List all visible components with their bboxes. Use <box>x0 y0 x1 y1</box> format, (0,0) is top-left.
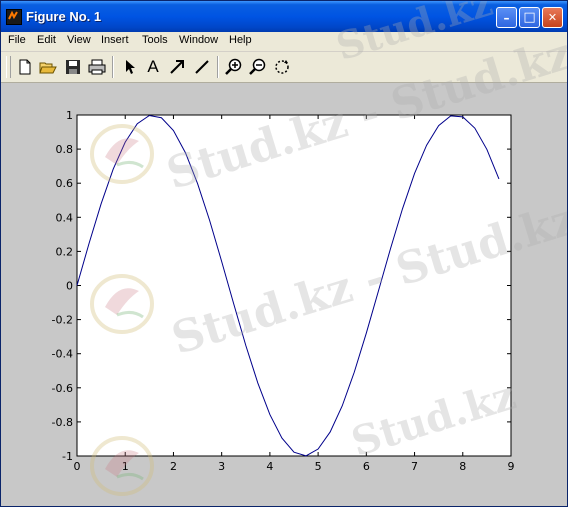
minimize-button[interactable]: – <box>496 7 517 28</box>
x-tick-label: 2 <box>170 460 177 473</box>
x-tick-label: 9 <box>508 460 515 473</box>
toolbar-separator <box>112 56 114 78</box>
y-tick-label: 0.6 <box>56 177 74 190</box>
figure-window: Figure No. 1 – □ ✕ File Edit View Insert… <box>0 0 568 507</box>
window-title: Figure No. 1 <box>26 9 102 24</box>
save-icon[interactable] <box>63 57 83 77</box>
select-arrow-icon[interactable] <box>120 57 140 77</box>
y-tick-label: -0.2 <box>52 314 73 327</box>
maximize-icon: □ <box>523 10 536 25</box>
close-button[interactable]: ✕ <box>542 7 563 28</box>
x-tick-label: 0 <box>74 460 81 473</box>
y-tick-label: 0.8 <box>56 143 74 156</box>
menu-tools[interactable]: Tools <box>142 34 168 46</box>
menu-insert[interactable]: Insert <box>101 34 129 46</box>
rotate-3d-icon[interactable] <box>272 57 292 77</box>
menu-edit[interactable]: Edit <box>37 34 56 46</box>
y-tick-label: -0.4 <box>52 348 73 361</box>
insert-arrow-icon[interactable] <box>167 57 187 77</box>
matlab-app-icon[interactable] <box>6 9 22 25</box>
zoom-in-icon[interactable] <box>224 57 244 77</box>
y-tick-label: 0 <box>66 280 73 293</box>
x-tick-label: 3 <box>218 460 225 473</box>
toolbar-separator <box>217 56 219 78</box>
close-icon: ✕ <box>547 11 558 24</box>
insert-text-glyph: A <box>147 57 159 76</box>
zoom-out-icon[interactable] <box>248 57 268 77</box>
y-tick-label: -0.6 <box>52 382 73 395</box>
axes-box[interactable] <box>76 114 512 457</box>
y-tick-label: 1 <box>66 109 73 122</box>
y-tick-label: 0.2 <box>56 245 74 258</box>
menu-file[interactable]: File <box>8 34 26 46</box>
print-icon[interactable] <box>87 57 107 77</box>
x-tick-label: 8 <box>459 460 466 473</box>
y-tick-label: 0.4 <box>56 211 74 224</box>
menu-window[interactable]: Window <box>179 34 218 46</box>
x-tick-label: 1 <box>122 460 129 473</box>
x-tick-label: 7 <box>411 460 418 473</box>
plot-svg: 0 1 2 3 4 5 6 7 8 9 -1 -0.8 -0.6 -0.4 -0.2 0 0.2 0.4 0.6 0… <box>52 109 515 473</box>
insert-line-icon[interactable] <box>192 57 212 77</box>
maximize-button[interactable]: □ <box>519 7 540 28</box>
menu-help[interactable]: Help <box>229 34 252 46</box>
new-file-icon[interactable] <box>15 57 35 77</box>
x-tick-label: 6 <box>363 460 370 473</box>
title-bar[interactable]: Figure No. 1 – □ ✕ <box>1 1 567 32</box>
menu-view[interactable]: View <box>67 34 91 46</box>
open-folder-icon[interactable] <box>38 57 58 77</box>
y-tick-label: -0.8 <box>52 416 73 429</box>
figure-toolbar: A <box>1 52 567 83</box>
x-tick-label: 4 <box>266 460 273 473</box>
minimize-icon: – <box>503 10 510 25</box>
toolbar-grip[interactable] <box>6 56 11 78</box>
insert-text-icon[interactable]: A <box>143 57 163 77</box>
x-tick-label: 5 <box>315 460 322 473</box>
y-tick-label: -1 <box>62 450 73 463</box>
menu-bar: File Edit View Insert Tools Window Help <box>1 32 567 52</box>
